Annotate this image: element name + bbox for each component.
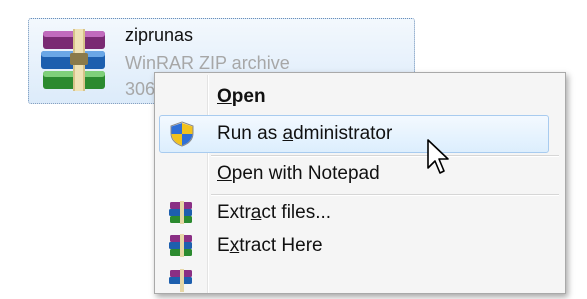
winrar-archive-icon xyxy=(169,269,192,292)
file-name: ziprunas xyxy=(125,25,194,45)
context-menu: Open Run as administrator Open with Note… xyxy=(154,72,566,294)
menu-item-label: Extract files... xyxy=(217,202,332,223)
menu-item-extract-files[interactable]: Extract files... xyxy=(155,195,565,231)
menu-item-open[interactable]: Open xyxy=(155,79,565,115)
menu-item-label: Open xyxy=(217,86,266,107)
winrar-archive-icon xyxy=(41,29,105,91)
menu-item-label: Run as administrator xyxy=(217,123,393,144)
winrar-archive-icon xyxy=(169,201,192,224)
file-type: WinRAR ZIP archive xyxy=(125,53,290,73)
menu-item-label: Extract Here xyxy=(217,235,323,256)
mouse-pointer-icon xyxy=(427,139,449,174)
menu-item-open-with-notepad[interactable]: Open with Notepad xyxy=(155,156,565,192)
file-size: 306 xyxy=(125,79,156,99)
winrar-archive-icon xyxy=(169,234,192,257)
menu-item-label: Open with Notepad xyxy=(217,163,380,184)
uac-shield-icon xyxy=(170,121,194,147)
menu-item-extract-here[interactable]: Extract Here xyxy=(155,228,565,264)
menu-item-partial[interactable] xyxy=(155,263,565,299)
menu-item-run-as-administrator[interactable]: Run as administrator xyxy=(159,115,549,153)
